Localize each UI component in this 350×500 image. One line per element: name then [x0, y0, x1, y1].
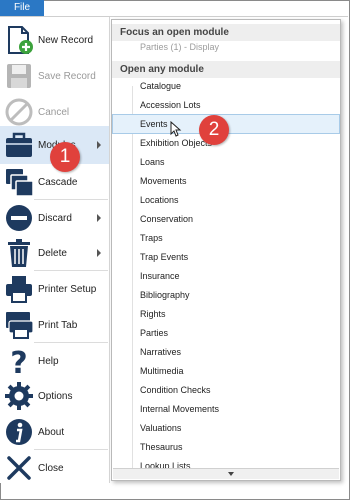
discard-button[interactable]: Discard — [0, 200, 109, 236]
module-item[interactable]: Parties — [134, 324, 337, 342]
briefcase-icon — [3, 129, 35, 161]
modules-submenu: Focus an open module Parties (1) - Displ… — [111, 19, 341, 481]
about-label: About — [38, 426, 65, 438]
save-icon — [3, 60, 35, 92]
about-button[interactable]: About — [0, 414, 109, 450]
print-tab-label: Print Tab — [38, 319, 78, 331]
submenu-gutter-line — [132, 86, 133, 470]
options-button[interactable]: Options — [0, 378, 109, 414]
help-icon: ? — [3, 345, 35, 381]
module-item[interactable]: Narratives — [134, 343, 337, 361]
module-item[interactable]: Loans — [134, 153, 337, 171]
new-record-icon — [3, 24, 35, 56]
module-item[interactable]: Thesaurus — [134, 438, 337, 456]
print-tab-icon — [3, 309, 35, 341]
printer-setup-button[interactable]: Printer Setup — [0, 271, 109, 307]
new-record-label: New Record — [38, 34, 94, 46]
print-tab-button[interactable]: Print Tab — [0, 307, 109, 343]
step-badge-1: 1 — [50, 142, 80, 172]
help-label: Help — [38, 355, 59, 367]
cascade-icon — [3, 166, 35, 198]
printer-setup-label: Printer Setup — [38, 283, 97, 295]
cascade-button[interactable]: Cascade — [0, 164, 109, 200]
svg-text:?: ? — [10, 346, 27, 377]
mouse-cursor-icon — [170, 121, 182, 137]
module-item[interactable]: Condition Checks — [134, 381, 337, 399]
module-item[interactable]: Traps — [134, 229, 337, 247]
module-item[interactable]: Locations — [134, 191, 337, 209]
close-icon — [3, 452, 35, 484]
gear-icon — [3, 380, 35, 412]
options-label: Options — [38, 390, 73, 402]
cancel-label: Cancel — [38, 106, 70, 118]
close-label: Close — [38, 462, 64, 474]
help-button[interactable]: ? Help — [0, 343, 109, 381]
discard-label: Discard — [38, 212, 72, 224]
cancel-icon — [3, 96, 35, 128]
module-item[interactable]: Insurance — [134, 267, 337, 285]
file-tab[interactable]: File — [0, 0, 44, 16]
module-item[interactable]: Accession Lots — [134, 96, 337, 114]
module-item[interactable]: Bibliography — [134, 286, 337, 304]
delete-button[interactable]: Delete — [0, 235, 109, 271]
delete-label: Delete — [38, 247, 67, 259]
module-item[interactable]: Conservation — [134, 210, 337, 228]
step-badge-2: 2 — [199, 115, 229, 145]
cancel-button[interactable]: Cancel — [0, 94, 109, 130]
module-item[interactable]: Rights — [134, 305, 337, 323]
module-item[interactable]: Valuations — [134, 419, 337, 437]
chevron-right-icon — [97, 249, 101, 257]
chevron-right-icon — [97, 214, 101, 222]
printer-icon — [3, 273, 35, 305]
chevron-down-icon — [228, 472, 234, 476]
info-icon — [3, 416, 35, 448]
focus-module-heading: Focus an open module — [112, 24, 340, 41]
file-menu: New Record Save Record Cancel Modules Ca… — [0, 17, 110, 483]
save-record-label: Save Record — [38, 70, 96, 82]
submenu-scroll-button[interactable] — [113, 468, 339, 479]
module-item[interactable]: Catalogue — [134, 77, 337, 95]
chevron-right-icon — [97, 141, 101, 149]
cascade-label: Cascade — [38, 176, 78, 188]
focus-module-item: Parties (1) - Display — [140, 42, 220, 52]
new-record-button[interactable]: New Record — [0, 22, 109, 58]
open-module-heading: Open any module — [112, 61, 340, 78]
trash-icon — [3, 237, 35, 269]
module-item[interactable]: Multimedia — [134, 362, 337, 380]
module-item[interactable]: Exhibition Objects — [134, 134, 337, 152]
module-item[interactable]: Internal Movements — [134, 400, 337, 418]
module-item[interactable]: Trap Events — [134, 248, 337, 266]
close-button[interactable]: Close — [0, 450, 109, 486]
save-record-button[interactable]: Save Record — [0, 58, 109, 94]
module-item[interactable]: Movements — [134, 172, 337, 190]
discard-icon — [3, 202, 35, 234]
